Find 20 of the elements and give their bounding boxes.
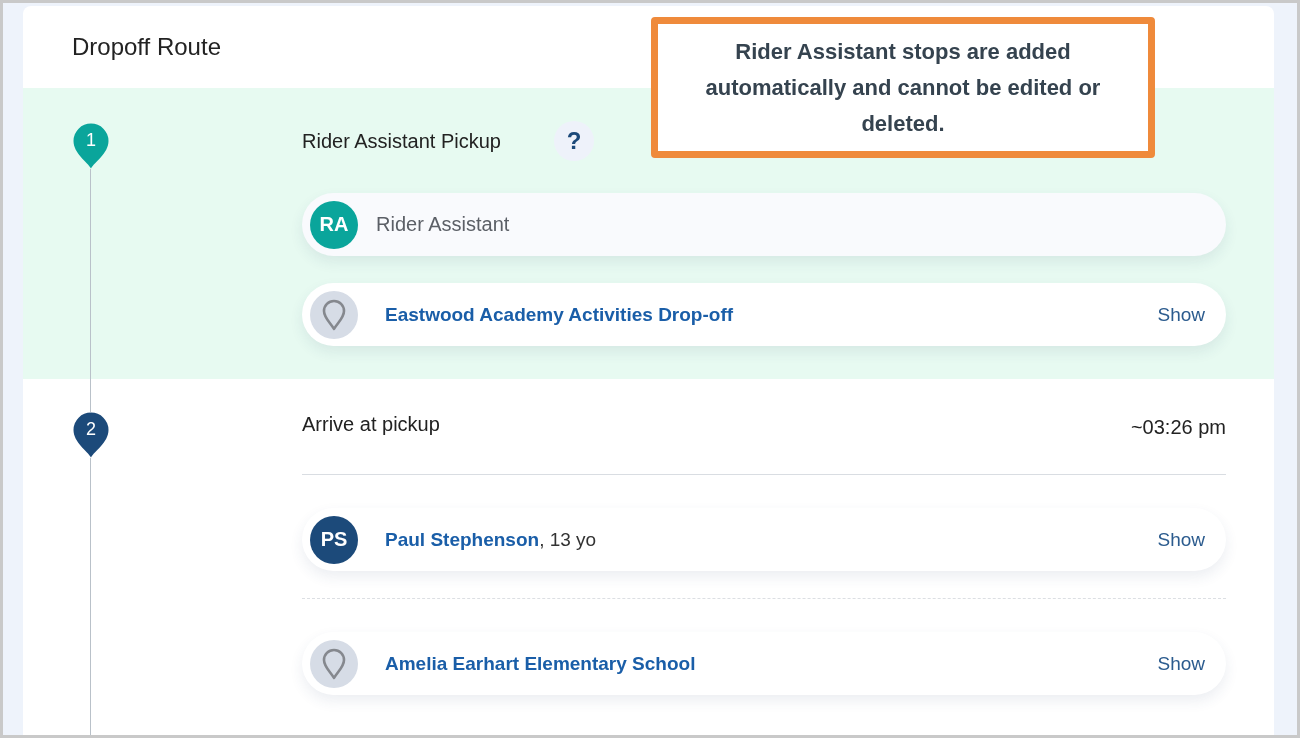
show-link[interactable]: Show <box>1157 303 1205 326</box>
rider-age: , 13 yo <box>539 528 597 551</box>
location-name-link[interactable]: Eastwood Academy Activities Drop-off <box>385 303 734 326</box>
numbered-map-pin: 2 <box>73 412 109 458</box>
help-button[interactable]: ? <box>554 121 594 161</box>
location-pin-icon <box>310 290 358 339</box>
show-link[interactable]: Show <box>1157 528 1205 551</box>
tooltip: Rider Assistant stops are added automatically and cannot be edited or deleted. <box>651 17 1155 158</box>
initials-avatar: RA <box>310 200 358 249</box>
stop-title: Rider Assistant Pickup <box>302 129 501 153</box>
stop-title: Arrive at pickup <box>302 412 440 436</box>
arrival-time: ~03:26 pm <box>1130 414 1226 439</box>
show-link[interactable]: Show <box>1157 652 1205 675</box>
route-title: Dropoff Route <box>72 33 221 61</box>
person-name: Rider Assistant <box>376 213 510 236</box>
initials-avatar: PS <box>310 515 358 564</box>
location-pin-icon <box>310 639 358 688</box>
numbered-map-pin: 1 <box>73 123 109 169</box>
location-name-link[interactable]: Amelia Earhart Elementary School <box>385 652 696 675</box>
rider-name-link[interactable]: Paul Stephenson <box>385 528 540 551</box>
